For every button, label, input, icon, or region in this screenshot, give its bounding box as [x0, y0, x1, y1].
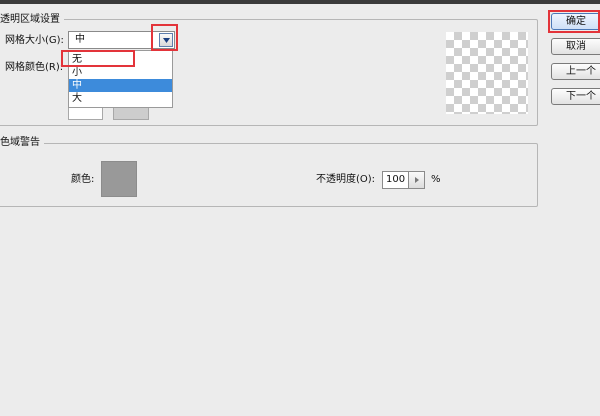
cancel-button[interactable]: 取消	[551, 38, 600, 55]
gamut-color-swatch[interactable]	[101, 161, 137, 197]
transparency-preview	[446, 32, 528, 114]
grid-size-option-none[interactable]: 无	[69, 53, 172, 66]
opacity-unit: %	[431, 174, 441, 185]
gamut-color-label: 颜色:	[71, 174, 95, 185]
dropdown-arrow-icon[interactable]	[159, 33, 173, 47]
transparency-settings-title: 透明区域设置	[0, 14, 64, 26]
ok-button[interactable]: 确定	[551, 13, 600, 30]
previous-button[interactable]: 上一个	[551, 63, 600, 80]
opacity-label: 不透明度(O):	[316, 174, 376, 185]
grid-color-label: 网格颜色(R):	[5, 62, 64, 73]
gamut-warning-title: 色域警告	[0, 137, 44, 149]
opacity-stepper-icon[interactable]	[409, 171, 425, 189]
grid-size-option-small[interactable]: 小	[69, 66, 172, 79]
grid-size-label: 网格大小(G):	[5, 35, 64, 46]
grid-size-value: 中	[75, 34, 85, 45]
grid-size-dropdown-list: 无 小 中 大	[68, 50, 173, 108]
grid-size-option-medium[interactable]: 中	[69, 79, 172, 92]
grid-size-select[interactable]: 中	[68, 31, 175, 49]
grid-size-option-large[interactable]: 大	[69, 92, 172, 105]
window-top-edge	[0, 0, 600, 4]
opacity-input[interactable]: 100	[382, 171, 409, 189]
next-button[interactable]: 下一个	[551, 88, 600, 105]
